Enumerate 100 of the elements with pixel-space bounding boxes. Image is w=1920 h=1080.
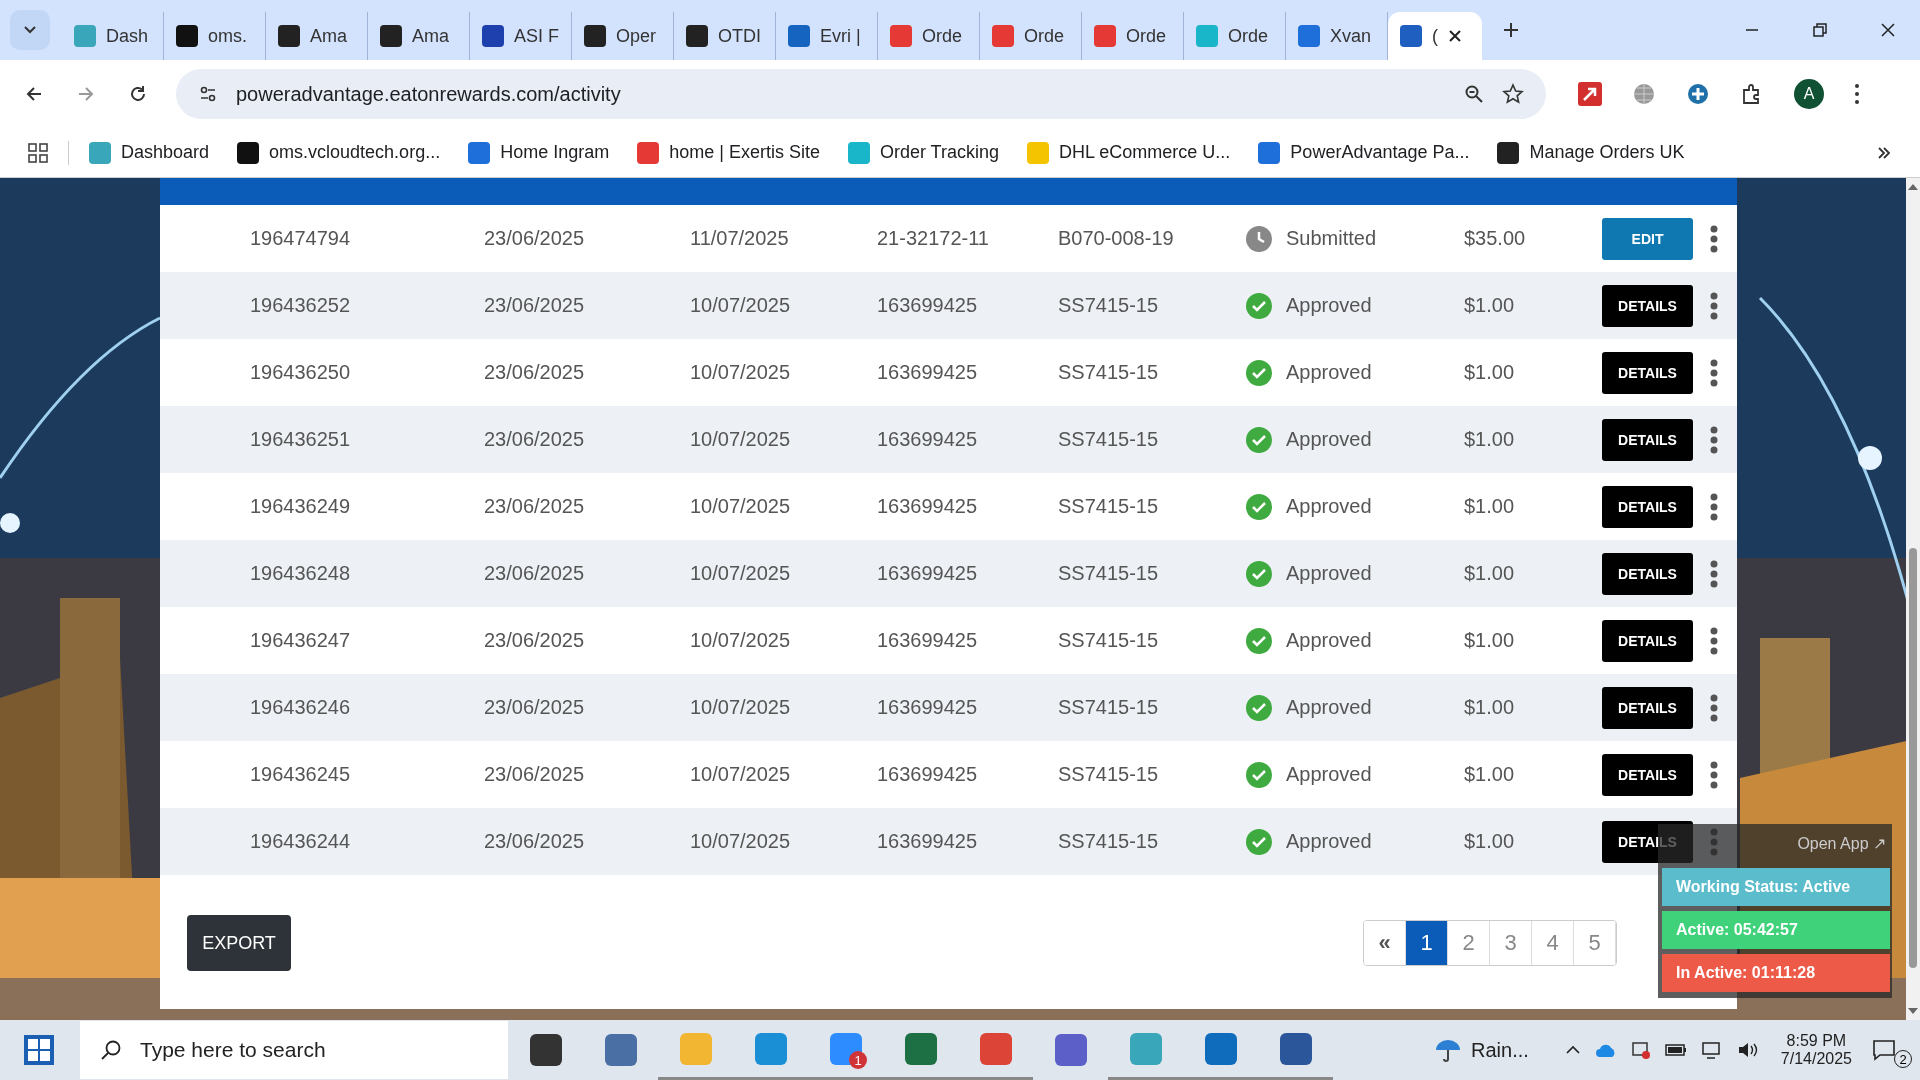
table-cell-text: 21-32172-11 — [877, 227, 990, 250]
favicon-icon — [788, 25, 810, 47]
table-cell-text: 196436247 — [250, 629, 352, 652]
bookmark-item[interactable]: Manage Orders UK — [1497, 141, 1685, 164]
cloud-icon[interactable] — [1594, 1042, 1617, 1058]
table-cell-text: 10/07/2025 — [690, 495, 792, 518]
clock[interactable]: 8:59 PM 7/14/2025 — [1780, 1032, 1852, 1068]
new-tab-icon[interactable] — [1502, 21, 1520, 39]
favicon-icon — [482, 25, 504, 47]
close-icon[interactable] — [1880, 22, 1896, 38]
site-settings-icon[interactable] — [198, 84, 218, 104]
details-button[interactable]: DETAILS — [1602, 552, 1693, 595]
details-button[interactable]: DETAILS — [1602, 485, 1693, 528]
browser-tab[interactable]: ( — [1388, 12, 1482, 60]
table-cell-text: 163699425 — [877, 629, 979, 652]
taskbar-app[interactable]: 1 — [808, 1020, 883, 1080]
details-button[interactable]: DETAILS — [1602, 686, 1693, 729]
url-text: poweradvantage.eatonrewards.com/activity — [236, 82, 621, 106]
check-circle-icon — [1246, 828, 1272, 855]
restore-icon[interactable] — [1812, 22, 1828, 38]
menu-icon[interactable] — [1854, 83, 1860, 105]
details-button[interactable]: DETAILS — [1602, 619, 1693, 662]
battery-icon[interactable] — [1664, 1043, 1687, 1057]
table-cell-text: SS7415-15 — [1058, 495, 1160, 518]
status-bar: Active: 05:42:57 — [1662, 911, 1890, 949]
table-cell-text: $1.00 — [1464, 830, 1516, 853]
details-button[interactable]: DETAILS — [1602, 284, 1693, 327]
bookmark-item[interactable]: home | Exertis Site — [637, 141, 820, 164]
table-cell-text: B070-008-19 — [1058, 227, 1175, 250]
favicon-icon — [1196, 25, 1218, 47]
table-cell-text: 163699425 — [877, 294, 979, 317]
check-circle-icon — [1246, 426, 1272, 453]
star-icon[interactable] — [1502, 83, 1524, 105]
table-cell-text: 23/06/2025 — [484, 763, 586, 786]
weather-widget[interactable]: Rain... — [1433, 1037, 1529, 1063]
favicon-icon — [992, 25, 1014, 47]
security-icon[interactable] — [1630, 1040, 1651, 1060]
more-options-icon[interactable] — [1710, 759, 1718, 790]
more-options-icon[interactable] — [1710, 290, 1718, 321]
table-cell-text: 10/07/2025 — [690, 562, 792, 585]
table-cell-text: $1.00 — [1464, 763, 1516, 786]
windows-start-icon[interactable] — [24, 1035, 54, 1065]
table-cell-text: 10/07/2025 — [690, 428, 792, 451]
zoom-icon[interactable] — [1464, 84, 1484, 104]
table-cell-text: 163699425 — [877, 361, 979, 384]
export-button[interactable]: EXPORT — [187, 915, 291, 971]
arrow-extension-icon[interactable] — [1578, 82, 1602, 106]
edit-button[interactable]: EDIT — [1602, 217, 1693, 260]
table-cell-text: 23/06/2025 — [484, 562, 586, 585]
table-cell-text: 196436252 — [250, 294, 352, 317]
status-text: Approved — [1286, 428, 1372, 451]
scrollbar[interactable] — [1906, 178, 1920, 1020]
more-bookmarks-icon[interactable] — [1876, 144, 1892, 161]
umbrella-icon — [1433, 1037, 1463, 1063]
table-cell-text: 10/07/2025 — [690, 294, 792, 317]
table-cell-text: SS7415-15 — [1058, 428, 1160, 451]
table-cell-text: SS7415-15 — [1058, 696, 1160, 719]
open-app-link[interactable]: Open App ↗ — [1793, 828, 1890, 863]
more-options-icon[interactable] — [1710, 625, 1718, 656]
details-button[interactable]: DETAILS — [1602, 418, 1693, 461]
status-bar: In Active: 01:11:28 — [1662, 954, 1890, 992]
bookmark-item[interactable]: oms.vcloudtech.org... — [237, 141, 441, 164]
reload-icon[interactable] — [128, 84, 148, 104]
table-cell-text: 196436246 — [250, 696, 352, 719]
more-options-icon[interactable] — [1710, 558, 1718, 589]
bookmark-item[interactable]: Order Tracking — [847, 141, 999, 164]
details-button[interactable]: DETAILS — [1602, 351, 1693, 394]
table-cell-text: 10/07/2025 — [690, 696, 792, 719]
address-bar[interactable]: poweradvantage.eatonrewards.com/activity — [176, 69, 1546, 119]
previous-page-button[interactable]: « — [1364, 921, 1406, 965]
bookmark-item[interactable]: Home Ingram — [468, 141, 610, 164]
favicon-icon — [1094, 25, 1116, 47]
more-options-icon[interactable] — [1710, 223, 1718, 254]
taskbar-search-field[interactable]: Type here to search — [80, 1021, 508, 1079]
table-cell-text: 196436250 — [250, 361, 352, 384]
globe-icon[interactable] — [1632, 82, 1656, 106]
check-circle-icon — [1246, 694, 1272, 721]
page-button[interactable]: 1 — [1406, 921, 1448, 965]
favicon-icon — [686, 25, 708, 47]
more-options-icon[interactable] — [1710, 357, 1718, 388]
bookmark-item[interactable]: DHL eCommerce U... — [1027, 141, 1231, 164]
table-cell-text: 23/06/2025 — [484, 696, 586, 719]
more-options-icon[interactable] — [1710, 424, 1718, 455]
close-icon[interactable] — [1448, 29, 1462, 43]
table-cell-text: 196436249 — [250, 495, 352, 518]
apps-grid-icon[interactable] — [28, 142, 48, 163]
table-cell-text: $35.00 — [1464, 227, 1527, 250]
more-options-icon[interactable] — [1710, 491, 1718, 522]
table-cell-text: 163699425 — [877, 495, 979, 518]
network-icon[interactable] — [1700, 1041, 1723, 1059]
speaker-icon[interactable] — [1736, 1041, 1759, 1059]
chevron-down-icon — [23, 25, 37, 35]
bookmark-item[interactable]: Dashboard — [89, 141, 210, 164]
notification-button[interactable]: 2 — [1872, 1030, 1912, 1070]
table-cell-text: $1.00 — [1464, 562, 1516, 585]
more-options-icon[interactable] — [1710, 692, 1718, 723]
details-button[interactable]: DETAILS — [1602, 753, 1693, 796]
plus-circle-icon[interactable] — [1686, 82, 1710, 106]
bookmark-item[interactable]: PowerAdvantage Pa... — [1258, 141, 1470, 164]
profile-avatar[interactable]: A — [1794, 79, 1824, 109]
